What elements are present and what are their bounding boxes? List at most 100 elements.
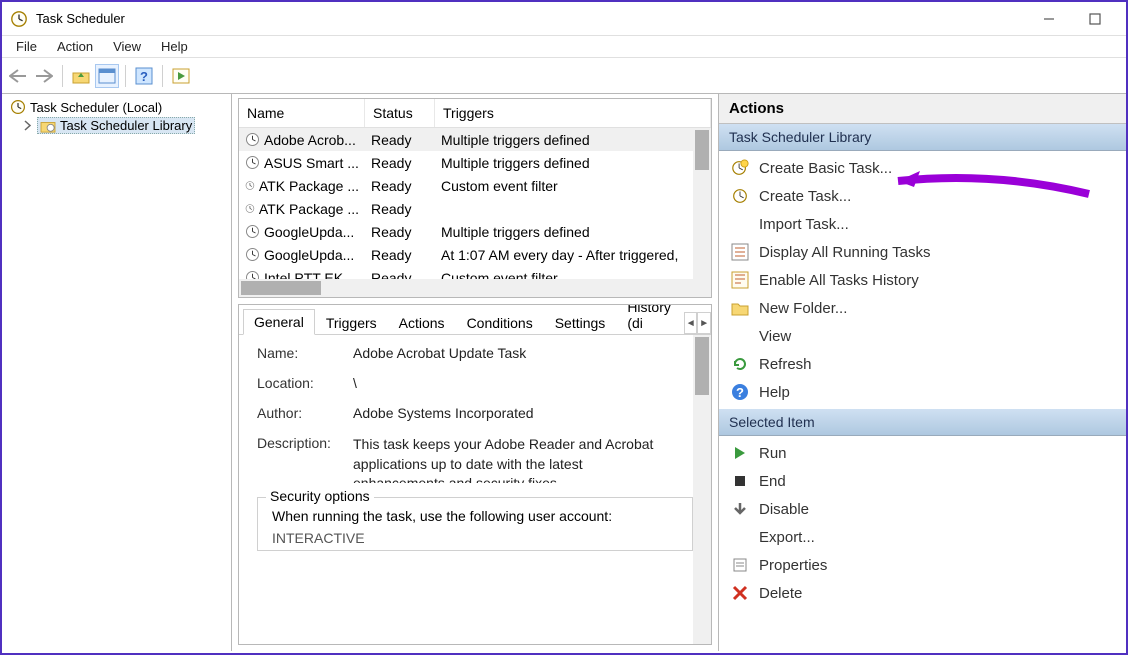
action-help[interactable]: ?Help [719, 378, 1126, 406]
clock-icon [245, 178, 255, 193]
column-status[interactable]: Status [365, 99, 435, 127]
task-row[interactable]: ASUS Smart ...ReadyMultiple triggers def… [239, 151, 711, 174]
nav-back-button[interactable] [6, 64, 30, 88]
clock-icon [245, 247, 260, 262]
action-display-running[interactable]: Display All Running Tasks [719, 238, 1126, 266]
task-row-triggers: Multiple triggers defined [435, 224, 711, 240]
actions-group-library: Task Scheduler Library [719, 124, 1126, 151]
task-list-header: Name Status Triggers [239, 99, 711, 128]
column-name[interactable]: Name [239, 99, 365, 127]
task-row-triggers: Multiple triggers defined [435, 155, 711, 171]
nav-forward-button[interactable] [32, 64, 56, 88]
tab-actions[interactable]: Actions [388, 310, 456, 335]
action-refresh[interactable]: Refresh [719, 350, 1126, 378]
task-row-name: GoogleUpda... [264, 247, 354, 263]
action-import-task[interactable]: Import Task... [719, 210, 1126, 238]
action-label: Import Task... [759, 216, 849, 233]
security-account-label: When running the task, use the following… [272, 508, 678, 524]
menu-file[interactable]: File [6, 37, 47, 56]
clock-new2-icon [731, 187, 749, 205]
action-label: Display All Running Tasks [759, 244, 930, 261]
maximize-button[interactable] [1072, 2, 1118, 36]
toolbar-run-button[interactable] [169, 64, 193, 88]
help-icon: ? [731, 383, 749, 401]
action-label: New Folder... [759, 300, 847, 317]
tab-scroll-left[interactable]: ◄ [684, 312, 698, 334]
action-create-basic[interactable]: Create Basic Task... [719, 154, 1126, 182]
tree-pane: Task Scheduler (Local) Task Scheduler Li… [2, 94, 232, 651]
list-icon [731, 243, 749, 261]
task-row[interactable]: ATK Package ...ReadyCustom event filter [239, 174, 711, 197]
tree-root-label: Task Scheduler (Local) [30, 100, 162, 115]
run-icon [731, 444, 749, 462]
action-create-task[interactable]: Create Task... [719, 182, 1126, 210]
task-row-triggers: At 1:07 AM every day - After triggered, [435, 247, 711, 263]
minimize-button[interactable] [1026, 2, 1072, 36]
titlebar: Task Scheduler [2, 2, 1126, 36]
action-label: End [759, 473, 786, 490]
action-export[interactable]: Export... [719, 523, 1126, 551]
action-delete[interactable]: Delete [719, 579, 1126, 607]
tab-triggers[interactable]: Triggers [315, 310, 388, 335]
clock-icon [245, 224, 260, 239]
task-row[interactable]: GoogleUpda...ReadyMultiple triggers defi… [239, 220, 711, 243]
action-view[interactable]: View [719, 322, 1126, 350]
tree-library[interactable]: Task Scheduler Library [8, 116, 225, 135]
menu-view[interactable]: View [103, 37, 151, 56]
menu-help[interactable]: Help [151, 37, 198, 56]
menu-action[interactable]: Action [47, 37, 103, 56]
folder-clock-icon [40, 119, 56, 133]
tab-conditions[interactable]: Conditions [456, 310, 544, 335]
task-row-name: ATK Package ... [259, 178, 359, 194]
action-label: Properties [759, 557, 827, 574]
toolbar-folder-up-button[interactable] [69, 64, 93, 88]
task-row[interactable]: Intel PTT EKReadyCustom event filter [239, 266, 711, 279]
task-row-status: Ready [365, 155, 435, 171]
toolbar-help-button[interactable]: ? [132, 64, 156, 88]
task-list-hscroll[interactable] [239, 279, 711, 297]
tab-scroll-right[interactable]: ► [697, 312, 711, 334]
middle-pane: Name Status Triggers Adobe Acrob... Ready… [232, 94, 718, 651]
tab-general[interactable]: General [243, 309, 315, 335]
task-row-status: Ready [365, 270, 435, 280]
task-row-status: Ready [365, 132, 435, 148]
toolbar-properties-button[interactable] [95, 64, 119, 88]
task-row-name: Adobe Acrob... [264, 132, 356, 148]
disable-icon [731, 500, 749, 518]
action-run[interactable]: Run [719, 439, 1126, 467]
task-row-triggers: Custom event filter [435, 270, 711, 280]
column-triggers[interactable]: Triggers [435, 99, 711, 127]
action-end[interactable]: End [719, 467, 1126, 495]
details-vscroll-thumb[interactable] [695, 337, 709, 395]
task-row[interactable]: ATK Package ...Ready [239, 197, 711, 220]
end-icon [731, 472, 749, 490]
actions-pane: Actions Task Scheduler Library Create Ba… [718, 94, 1126, 651]
svg-text:?: ? [140, 69, 148, 84]
clock-new-icon [731, 159, 749, 177]
task-row[interactable]: GoogleUpda... ReadyAt 1:07 AM every day -… [239, 243, 711, 266]
action-label: Export... [759, 529, 815, 546]
tree-library-label: Task Scheduler Library [60, 118, 192, 133]
label-location: Location: [257, 375, 353, 391]
details-body: Name:Adobe Acrobat Update Task Location:… [239, 335, 711, 644]
task-row[interactable]: Adobe Acrob...ReadyMultiple triggers def… [239, 128, 711, 151]
tab-history[interactable]: History (di [616, 304, 684, 335]
label-description: Description: [257, 435, 353, 483]
task-row-status: Ready [365, 178, 435, 194]
enable-icon [731, 271, 749, 289]
task-list-vscroll[interactable] [693, 128, 711, 279]
details-panel: General Triggers Actions Conditions Sett… [238, 304, 712, 645]
action-properties[interactable]: Properties [719, 551, 1126, 579]
action-new-folder[interactable]: New Folder... [719, 294, 1126, 322]
tab-settings[interactable]: Settings [544, 310, 617, 335]
actions-header: Actions [719, 94, 1126, 124]
task-row-status: Ready [365, 247, 435, 263]
action-enable-history[interactable]: Enable All Tasks History [719, 266, 1126, 294]
label-author: Author: [257, 405, 353, 421]
action-disable[interactable]: Disable [719, 495, 1126, 523]
refresh-icon [731, 355, 749, 373]
action-label: Create Basic Task... [759, 160, 892, 177]
expand-icon[interactable] [22, 120, 33, 131]
tree-root[interactable]: Task Scheduler (Local) [8, 98, 225, 116]
action-label: Enable All Tasks History [759, 272, 919, 289]
